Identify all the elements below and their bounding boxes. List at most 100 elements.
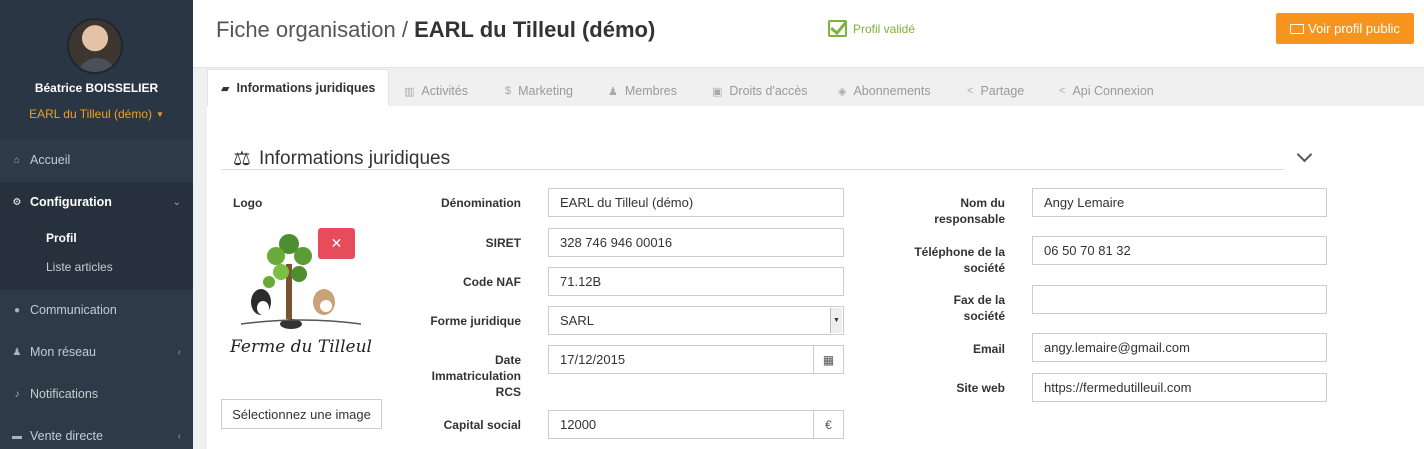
date-rcs-field[interactable]: 17/12/2015: [548, 345, 814, 374]
organization-switcher[interactable]: EARL du Tilleul (démo) ▼: [0, 107, 193, 121]
tab-bar: ▰ Informations juridiques ▥ Activités $ Mar…: [207, 68, 1424, 106]
tab-abonnements[interactable]: ◈ Abonnements: [838, 76, 931, 106]
naf-field[interactable]: 71.12B: [548, 267, 844, 296]
sidebar-item-label: Notifications: [30, 387, 99, 401]
select-image-button[interactable]: Sélectionnez une image: [221, 399, 382, 429]
fax-field[interactable]: [1032, 285, 1327, 314]
forme-juridique-select[interactable]: SARL ▼: [548, 306, 844, 335]
email-field[interactable]: angy.lemaire@gmail.com: [1032, 333, 1327, 362]
sidebar-item-label: Mon réseau: [30, 345, 97, 359]
sidebar-item-vente-directe[interactable]: ▬ Vente directe ‹: [0, 416, 193, 449]
capital-label: Capital social: [443, 418, 521, 432]
bar-chart-icon: ▥: [404, 85, 415, 98]
chevron-left-icon: ‹: [177, 346, 181, 358]
site-web-label: Site web: [956, 381, 1005, 395]
siret-field[interactable]: 328 746 946 00016: [548, 228, 844, 257]
home-icon: ⌂: [13, 154, 21, 166]
tab-label: Informations juridiques: [236, 81, 376, 95]
tab-label: Partage: [980, 84, 1025, 98]
siret-label: SIRET: [485, 236, 521, 250]
folder-open-icon: ▰: [221, 82, 230, 95]
share-icon: <: [967, 85, 974, 97]
telephone-field[interactable]: 06 50 70 81 32: [1032, 236, 1327, 265]
sidebar-item-notifications[interactable]: ♪ Notifications: [0, 374, 193, 414]
sidebar-subitem-profil[interactable]: Profil: [46, 231, 77, 245]
tab-partage[interactable]: < Partage: [967, 76, 1024, 106]
users-icon: ♟: [12, 346, 22, 358]
sidebar-subitem-liste-articles[interactable]: Liste articles: [46, 260, 113, 274]
share-icon: <: [1059, 85, 1066, 97]
tab-label: Marketing: [518, 84, 574, 98]
public-profile-label: Voir profil public: [1308, 21, 1400, 36]
organization-name: EARL du Tilleul (démo): [29, 107, 153, 121]
check-square-icon: [828, 20, 847, 37]
section-title: ⚖ Informations juridiques: [233, 146, 450, 171]
date-rcs-label-line: Immatriculation: [431, 369, 521, 383]
capital-field[interactable]: 12000: [548, 410, 814, 439]
logo-label: Logo: [233, 196, 263, 210]
tab-api-connexion[interactable]: < Api Connexion: [1059, 76, 1154, 106]
section-title-text: Informations juridiques: [258, 147, 451, 169]
denomination-field[interactable]: EARL du Tilleul (démo): [548, 188, 844, 217]
email-label: Email: [972, 342, 1005, 356]
telephone-label: Téléphone de la société: [914, 244, 1005, 276]
fax-label: Fax de la société: [954, 292, 1005, 324]
status-text: Profil validé: [853, 21, 916, 36]
page-title: Fiche organisation / EARL du Tilleul (dé…: [216, 17, 655, 43]
responsable-label: Nom du responsable: [934, 195, 1005, 227]
fax-label-line: société: [963, 309, 1005, 323]
telephone-label-line: Téléphone de la: [914, 245, 1005, 259]
tab-informations-juridiques[interactable]: ▰ Informations juridiques: [207, 69, 390, 106]
avatar[interactable]: [67, 18, 123, 74]
date-rcs-label-line: Date: [494, 353, 521, 367]
users-icon: ♟: [608, 85, 618, 98]
tab-activites[interactable]: ▥ Activités: [404, 76, 468, 106]
public-profile-button[interactable]: Voir profil public: [1276, 13, 1414, 44]
fax-label-line: Fax de la: [953, 293, 1005, 307]
calendar-icon[interactable]: ▦: [813, 345, 844, 374]
tab-droits-acces[interactable]: ▣ Droits d'accès: [712, 76, 808, 106]
tab-label: Droits d'accès: [729, 84, 808, 98]
cart-icon: ▬: [12, 430, 22, 442]
lock-icon: ▣: [712, 85, 723, 98]
tab-label: Activités: [421, 84, 468, 98]
logo-text: Ferme du Tilleul: [229, 337, 372, 357]
tab-marketing[interactable]: $ Marketing: [505, 76, 573, 106]
sidebar-item-label: Configuration: [30, 195, 112, 209]
dollar-icon: $: [505, 85, 512, 97]
sidebar-item-label: Communication: [30, 303, 117, 317]
tab-content: ⚖ Informations juridiques Logo Ferme du T…: [207, 106, 1424, 449]
organization-logo: Ferme du Tilleul: [229, 234, 372, 357]
collapse-toggle-icon[interactable]: [1297, 150, 1311, 164]
sidebar-item-communication[interactable]: ● Communication: [0, 290, 193, 330]
sidebar-item-accueil[interactable]: ⌂ Accueil: [0, 140, 193, 180]
id-card-icon: [1290, 23, 1305, 34]
section-divider: [221, 169, 1284, 170]
responsable-label-line: responsable: [934, 212, 1005, 226]
comments-icon: ●: [13, 304, 21, 316]
sidebar-item-mon-reseau[interactable]: ♟ Mon réseau ‹: [0, 332, 193, 372]
bell-icon: ♪: [14, 388, 20, 400]
user-name: Béatrice BOISSELIER: [34, 81, 159, 95]
responsable-label-line: Nom du: [960, 196, 1005, 210]
sidebar-item-label: Accueil: [30, 153, 71, 167]
status-badge: Profil validé: [828, 20, 915, 37]
sidebar-item-label: Vente directe: [30, 429, 103, 443]
tab-label: Membres: [624, 84, 677, 98]
close-icon: ✕: [330, 235, 343, 251]
sidebar-item-configuration[interactable]: ⚙ Configuration ⌄: [0, 182, 193, 222]
tag-icon: ◈: [838, 85, 847, 98]
forme-juridique-label: Forme juridique: [430, 314, 521, 328]
date-rcs-label-line: RCS: [495, 385, 521, 399]
chevron-left-icon: ‹: [177, 430, 181, 442]
site-web-field[interactable]: https://fermedutilleuil.com: [1032, 373, 1327, 402]
naf-label: Code NAF: [463, 275, 521, 289]
sidebar: Béatrice BOISSELIER EARL du Tilleul (dém…: [0, 0, 193, 449]
responsable-field[interactable]: Angy Lemaire: [1032, 188, 1327, 217]
currency-addon: €: [813, 410, 844, 439]
tab-membres[interactable]: ♟ Membres: [608, 76, 677, 106]
denomination-label: Dénomination: [441, 196, 521, 210]
tab-label: Api Connexion: [1072, 84, 1154, 98]
delete-logo-button[interactable]: ✕: [318, 228, 355, 259]
chevron-down-icon: ⌄: [172, 196, 181, 208]
